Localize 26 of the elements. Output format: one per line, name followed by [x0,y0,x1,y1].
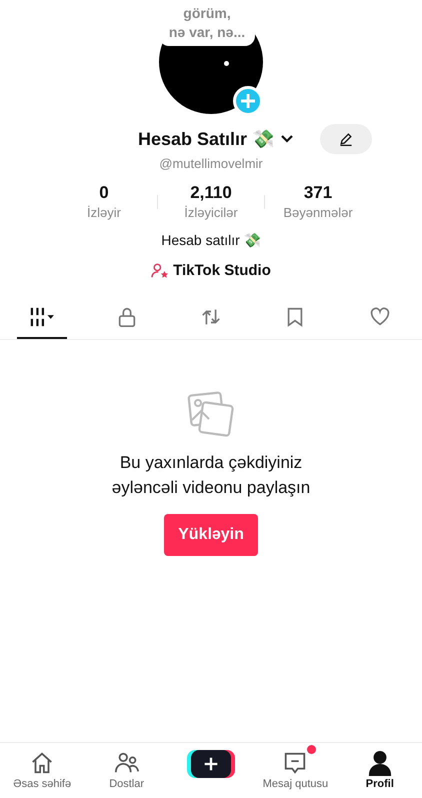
pencil-icon [338,131,354,147]
chevron-down-icon[interactable] [280,134,294,144]
username: @mutellimovelmir [159,156,263,171]
stat-label: Bəyənmələr [283,205,353,220]
create-button[interactable] [191,750,232,778]
stat-value: 371 [304,183,332,203]
bio-text: Hesab satılır 💸 [161,232,261,248]
stat-label: İzləyicilər [184,205,238,220]
nav-label[interactable]: Əsas səhifə [13,778,72,790]
stat-label: İzləyir [87,205,121,220]
edit-button[interactable] [320,124,372,154]
empty-message: Bu yaxınlarda çəkdiyiniz əyləncəli videonu paylaşın [110,452,312,499]
notification-dot [307,745,316,754]
add-icon[interactable] [233,86,263,116]
nav-label[interactable]: Profil [366,778,394,790]
studio-link[interactable]: TikTok Studio [173,262,271,279]
user-star-icon [151,262,170,278]
photos-icon [187,390,235,438]
profile-name: Hesab Satılır 💸 [138,128,274,150]
upload-button[interactable]: Yükləyin [164,514,258,556]
nav-label[interactable]: Mesaj qutusu [262,778,328,790]
stat-value: 0 [99,183,109,203]
profile-icon[interactable] [366,750,393,776]
nav-label[interactable]: Dostlar [109,778,144,790]
stat-value: 2,110 [190,183,232,203]
plus-icon [202,755,220,773]
